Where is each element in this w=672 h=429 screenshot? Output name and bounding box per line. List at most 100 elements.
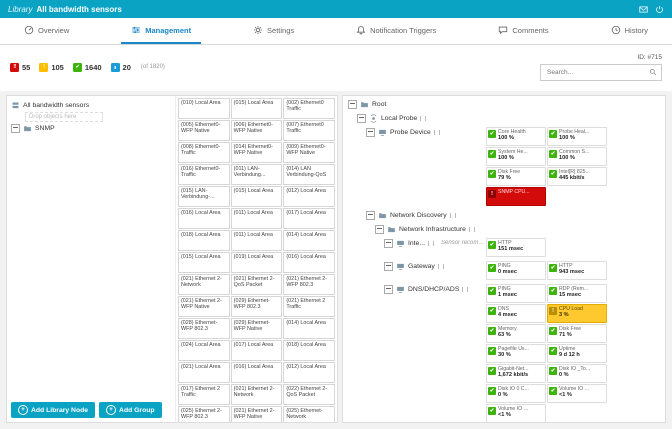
sensor-grid-cell[interactable]: (015) Local Area xyxy=(230,98,283,119)
sensor-grid-cell[interactable]: (014) LAN Verbindung-QoS xyxy=(283,164,335,185)
sensor-grid-cell[interactable]: (025) Ethernet 2-WFP 802.3 xyxy=(178,406,230,422)
sensor-grid-cell[interactable]: (018) Local Area xyxy=(283,340,335,361)
tab-notification-triggers[interactable]: Notification Triggers xyxy=(346,18,446,44)
collapse-toggle-icon[interactable] xyxy=(375,224,384,234)
sensor-chip[interactable]: ✔ Disk IO _To... 0 % xyxy=(547,364,607,383)
tree-node-probe-device[interactable]: Probe Device xyxy=(348,127,440,137)
sensor-grid-cell[interactable]: (012) Local Area xyxy=(283,362,335,383)
pause-icon[interactable] xyxy=(428,240,435,246)
sensor-grid-cell[interactable]: (017) Local Area xyxy=(283,208,335,229)
sensor-chip[interactable]: ✔ Uptime 9 d 12 h xyxy=(547,344,607,363)
sensor-grid-cell[interactable]: (015) LAN-Verbindung-... xyxy=(178,186,230,207)
sensor-chip[interactable]: ✔ Pagefile Us... 30 % xyxy=(486,344,546,363)
sensor-grid-cell[interactable]: (029) Ethernet-WFP Native xyxy=(230,318,283,339)
sensor-grid-cell[interactable]: (021) Ethernet 2-WFP 802.3 xyxy=(283,274,335,295)
pause-icon[interactable] xyxy=(468,226,475,232)
collapse-toggle-icon[interactable] xyxy=(384,261,393,271)
pause-icon[interactable] xyxy=(433,129,440,135)
sensor-chip[interactable]: ✔ Volume IO ... <1 % xyxy=(486,404,546,422)
sensor-grid-cell[interactable]: (021) Ethernet 2-QoS Packet xyxy=(230,274,283,295)
sensor-chip[interactable]: ✔ System He... 100 % xyxy=(486,147,546,166)
sensor-chip[interactable]: ✔ Core Health 100 % xyxy=(486,127,546,146)
pause-icon[interactable] xyxy=(462,286,469,292)
tab-comments[interactable]: Comments xyxy=(488,18,558,44)
count-paused[interactable]: II 20 xyxy=(110,62,131,72)
search-icon[interactable] xyxy=(649,68,657,76)
sensor-grid-cell[interactable]: (017) Local Area xyxy=(230,340,283,361)
collapse-toggle-icon[interactable] xyxy=(348,99,357,109)
tab-history[interactable]: History xyxy=(601,18,658,44)
sensor-chip[interactable]: ✔ PING 0 msec xyxy=(486,261,546,280)
sensor-grid-cell[interactable]: (021) Ethernet 2-Network xyxy=(230,384,283,405)
sensor-chip[interactable]: ! SNMP CPU... xyxy=(486,187,546,206)
sensor-grid-cell[interactable]: (014) Local Area xyxy=(283,318,335,339)
sensor-chip[interactable]: ✔ HTTP 943 msec xyxy=(547,261,607,280)
pause-icon[interactable] xyxy=(437,263,444,269)
collapse-toggle-icon[interactable] xyxy=(11,124,20,133)
sensor-grid-cell[interactable]: (022) Ethernet 2-QoS Packet xyxy=(283,384,335,405)
sensor-grid-cell[interactable]: (021) Ethernet 2-WFP Native xyxy=(230,406,283,422)
mail-icon[interactable] xyxy=(639,5,648,14)
sensor-chip[interactable]: ✔ Memory 63 % xyxy=(486,324,546,343)
tree-node-local-probe[interactable]: Local Probe xyxy=(348,113,427,123)
sensor-grid-cell[interactable]: (005) Ethernet0-WFP Native xyxy=(178,120,230,141)
sensor-grid-cell[interactable]: (017) Ethernet 2 Traffic xyxy=(178,384,230,405)
collapse-toggle-icon[interactable] xyxy=(357,113,366,123)
sensor-grid-cell[interactable]: (024) Local Area xyxy=(178,340,230,361)
tab-overview[interactable]: Overview xyxy=(14,18,79,44)
pause-icon[interactable] xyxy=(449,212,456,218)
sensor-grid-cell[interactable]: (016) Local Area xyxy=(283,252,335,273)
collapse-toggle-icon[interactable] xyxy=(384,284,393,294)
sensor-chip[interactable]: ✔ Intel[R] 825... 445 kbit/s xyxy=(547,167,607,186)
sensor-grid-cell[interactable]: (014) Ethernet0-WFP Native xyxy=(230,142,283,163)
sensor-chip[interactable]: ✔ Disk Free 79 % xyxy=(486,167,546,186)
tree-node-root[interactable]: Root xyxy=(348,99,386,109)
sensor-chip[interactable]: ! CPU Load 3 % xyxy=(547,304,607,323)
sensor-grid-cell[interactable]: (021) Ethernet 2-WFP Native xyxy=(178,296,230,317)
sensor-grid-cell[interactable]: (021) Local Area xyxy=(178,362,230,383)
library-node-snmp[interactable]: SNMP xyxy=(11,123,171,134)
sensor-chip[interactable]: ✔ Common S... 100 % xyxy=(547,147,607,166)
sensor-grid-cell[interactable]: (015) Local Area xyxy=(230,186,283,207)
collapse-toggle-icon[interactable] xyxy=(366,210,375,220)
sensor-grid-cell[interactable]: (011) LAN-Verbindung... xyxy=(230,164,283,185)
logout-icon[interactable] xyxy=(655,5,664,14)
sensor-grid-cell[interactable]: (008) Ethernet0-Traffic xyxy=(178,142,230,163)
sensor-chip[interactable]: ✔ PING 1 msec xyxy=(486,284,546,303)
sensor-grid-cell[interactable]: (014) Local Area xyxy=(283,230,335,251)
collapse-toggle-icon[interactable] xyxy=(384,238,393,248)
pause-icon[interactable] xyxy=(420,115,427,121)
collapse-toggle-icon[interactable] xyxy=(366,127,375,137)
sensor-grid-cell[interactable]: (021) Ethernet 2 Traffic xyxy=(283,296,335,317)
sensor-grid-cell[interactable]: (016) Ethernet0-Traffic xyxy=(178,164,230,185)
sensor-grid-cell[interactable]: (011) Local Area xyxy=(230,208,283,229)
sensor-grid-cell[interactable]: (011) Local Area xyxy=(230,230,283,251)
sensor-grid-cell[interactable]: (002) Ethernet0 Traffic xyxy=(283,98,335,119)
sensor-grid-cell[interactable]: (015) Local Area xyxy=(178,252,230,273)
sensor-grid-cell[interactable]: (028) Ethernet-WFP 802.3 xyxy=(178,318,230,339)
tree-node-network-infrastructure[interactable]: Network Infrastructure xyxy=(348,224,475,234)
sensor-chip[interactable]: ✔ Volume IO ... <1 % xyxy=(547,384,607,403)
sensor-chip[interactable]: ✔ RDP (Rem... 15 msec xyxy=(547,284,607,303)
sensor-grid-cell[interactable]: (025) Ethernet-Network xyxy=(283,406,335,422)
count-warning[interactable]: ! 105 xyxy=(39,62,64,72)
sensor-chip[interactable]: ✔ Disk Free 71 % xyxy=(547,324,607,343)
tree-node-gateway[interactable]: Gateway xyxy=(348,261,444,271)
sensor-grid-cell[interactable]: (029) Ethernet-WFP 802.3 xyxy=(230,296,283,317)
tree-node-dns-dhcp-ads[interactable]: DNS/DHCP/ADS xyxy=(348,284,469,294)
add-library-node-button[interactable]: + Add Library Node xyxy=(11,402,96,418)
sensor-chip[interactable]: ✔ Probe Heal... 100 % xyxy=(547,127,607,146)
sensor-grid-cell[interactable]: (012) Local Area xyxy=(283,186,335,207)
sensor-grid-cell[interactable]: (016) Local Area xyxy=(230,362,283,383)
sensor-chip[interactable]: ✔ HTTP 151 msec xyxy=(486,238,546,257)
sensor-chip[interactable]: ✔ DNS 4 msec xyxy=(486,304,546,323)
sensor-grid-cell[interactable]: (009) Ethernet0-WFP Native xyxy=(283,142,335,163)
search-input[interactable] xyxy=(545,67,645,77)
add-group-button[interactable]: + Add Group xyxy=(99,402,162,418)
sensor-grid-cell[interactable]: (006) Ethernet0-WFP Native xyxy=(230,120,283,141)
sensor-chip[interactable]: ✔ Disk IO 0 C... 0 % xyxy=(486,384,546,403)
sensor-grid-cell[interactable]: (019) Local Area xyxy=(230,252,283,273)
tree-node-network-discovery[interactable]: Network Discovery xyxy=(348,210,456,220)
library-root-node[interactable]: All bandwidth sensors xyxy=(11,100,171,111)
sensor-grid-cell[interactable]: (010) Local Area xyxy=(178,98,230,119)
